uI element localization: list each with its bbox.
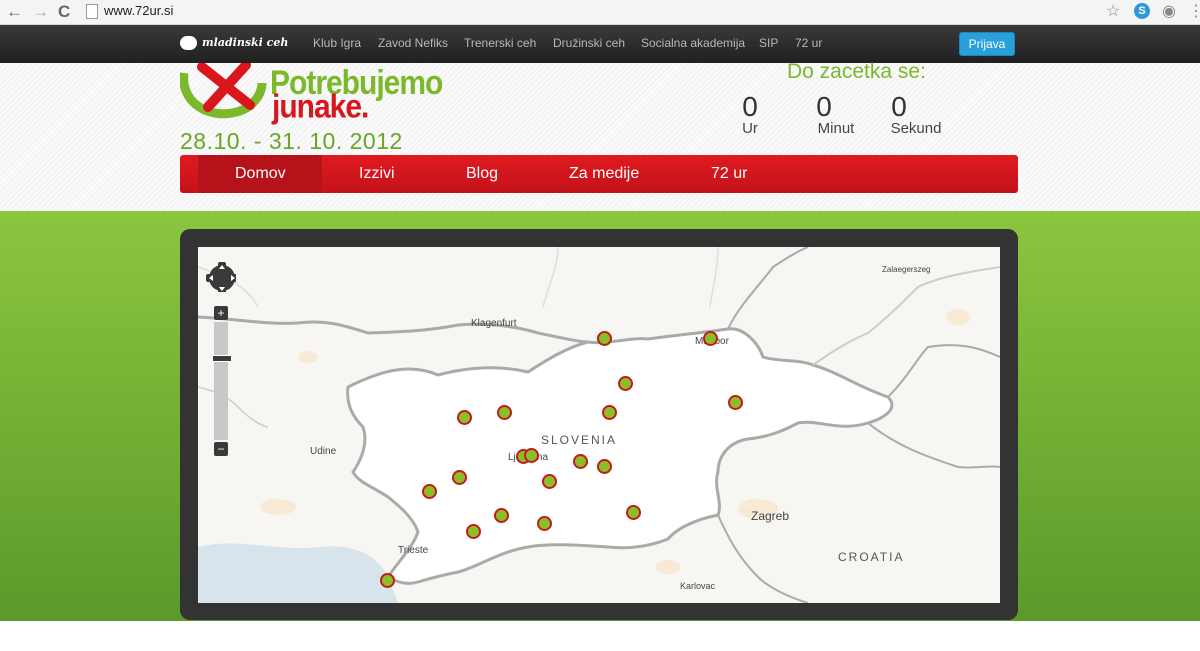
map-marker[interactable] [497, 405, 512, 420]
map-label-zagreb: Zagreb [751, 509, 790, 523]
hero-logo-icon[interactable] [180, 63, 270, 123]
countdown-seconds-label: Sekund [890, 120, 942, 137]
map-marker[interactable] [618, 376, 633, 391]
browser-menu-icon[interactable]: ⋮ [1188, 1, 1200, 21]
countdown-seconds-value: 0 [891, 91, 907, 122]
browser-toolbar [0, 0, 1200, 25]
map-label-udine: Udine [310, 446, 337, 457]
page-icon [86, 4, 98, 19]
nav-item-blog[interactable]: Blog [466, 165, 498, 183]
pan-control-icon[interactable] [206, 262, 236, 292]
map-marker[interactable] [524, 448, 539, 463]
toplink-klub-igra[interactable]: Klub Igra [313, 36, 361, 50]
map-label-slovenia: SLOVENIA [541, 433, 618, 447]
map-marker[interactable] [597, 331, 612, 346]
zoom-slider[interactable] [214, 322, 228, 440]
map-label-trieste: Trieste [398, 545, 429, 556]
map-marker[interactable] [602, 405, 617, 420]
star-icon[interactable]: ☆ [1106, 1, 1120, 21]
event-dates: 28.10. - 31. 10. 2012 [180, 128, 403, 154]
countdown-minutes-label: Minut [817, 120, 855, 137]
map-marker[interactable] [728, 395, 743, 410]
reload-icon[interactable]: C [58, 2, 70, 22]
toplink-trenerski-ceh[interactable]: Trenerski ceh [464, 36, 536, 50]
map-marker[interactable] [452, 470, 467, 485]
map-marker[interactable] [466, 524, 481, 539]
eye-icon[interactable]: ◉ [1162, 1, 1176, 21]
login-button[interactable]: Prijava [959, 32, 1015, 56]
map-marker[interactable] [380, 573, 395, 588]
toplink-socialna-akademija[interactable]: Socialna akademija [641, 36, 745, 50]
zoom-slider-handle[interactable] [212, 355, 232, 362]
map-label-croatia: CROATIA [838, 550, 905, 564]
map-marker[interactable] [422, 484, 437, 499]
countdown-title: Do zacetka se: [787, 60, 926, 83]
map-label-klagenfurt: Klagenfurt [471, 318, 517, 329]
nav-item-domov[interactable]: Domov [235, 165, 286, 183]
toplink-sip[interactable]: SIP [759, 36, 778, 50]
map-marker[interactable] [626, 505, 641, 520]
nav-item-72-ur[interactable]: 72 ur [711, 165, 747, 183]
toplink-72-ur[interactable]: 72 ur [795, 36, 822, 50]
heart-logo-icon [180, 36, 197, 50]
map-marker[interactable] [542, 474, 557, 489]
map[interactable]: Klagenfurt Maribor Zalaegerszeg Udine Lj… [198, 247, 1000, 603]
toplink-zavod-nefiks[interactable]: Zavod Nefiks [378, 36, 448, 50]
nav-item-za-medije[interactable]: Za medije [569, 165, 639, 183]
toplink-druzinski-ceh[interactable]: Družinski ceh [553, 36, 625, 50]
address-bar[interactable]: www.72ur.si [104, 3, 173, 18]
skype-icon[interactable]: S [1134, 3, 1150, 19]
map-marker[interactable] [597, 459, 612, 474]
countdown-hours-value: 0 [742, 91, 758, 122]
countdown-hours-label: Ur [742, 120, 758, 137]
zoom-in-button[interactable]: + [214, 306, 228, 320]
map-label-karlovac: Karlovac [680, 581, 716, 591]
map-marker[interactable] [494, 508, 509, 523]
logo-subheadline: junake. [272, 89, 369, 126]
zoom-out-button[interactable]: − [214, 442, 228, 456]
forward-icon[interactable]: → [32, 2, 49, 22]
brand-logo[interactable]: mladinski ceh [202, 36, 288, 49]
map-marker[interactable] [573, 454, 588, 469]
map-label-zalaegerszeg: Zalaegerszeg [882, 265, 931, 274]
back-icon[interactable]: ← [6, 2, 23, 22]
map-marker[interactable] [537, 516, 552, 531]
countdown-minutes-value: 0 [816, 91, 832, 122]
map-marker[interactable] [457, 410, 472, 425]
nav-item-izzivi[interactable]: Izzivi [359, 165, 395, 183]
